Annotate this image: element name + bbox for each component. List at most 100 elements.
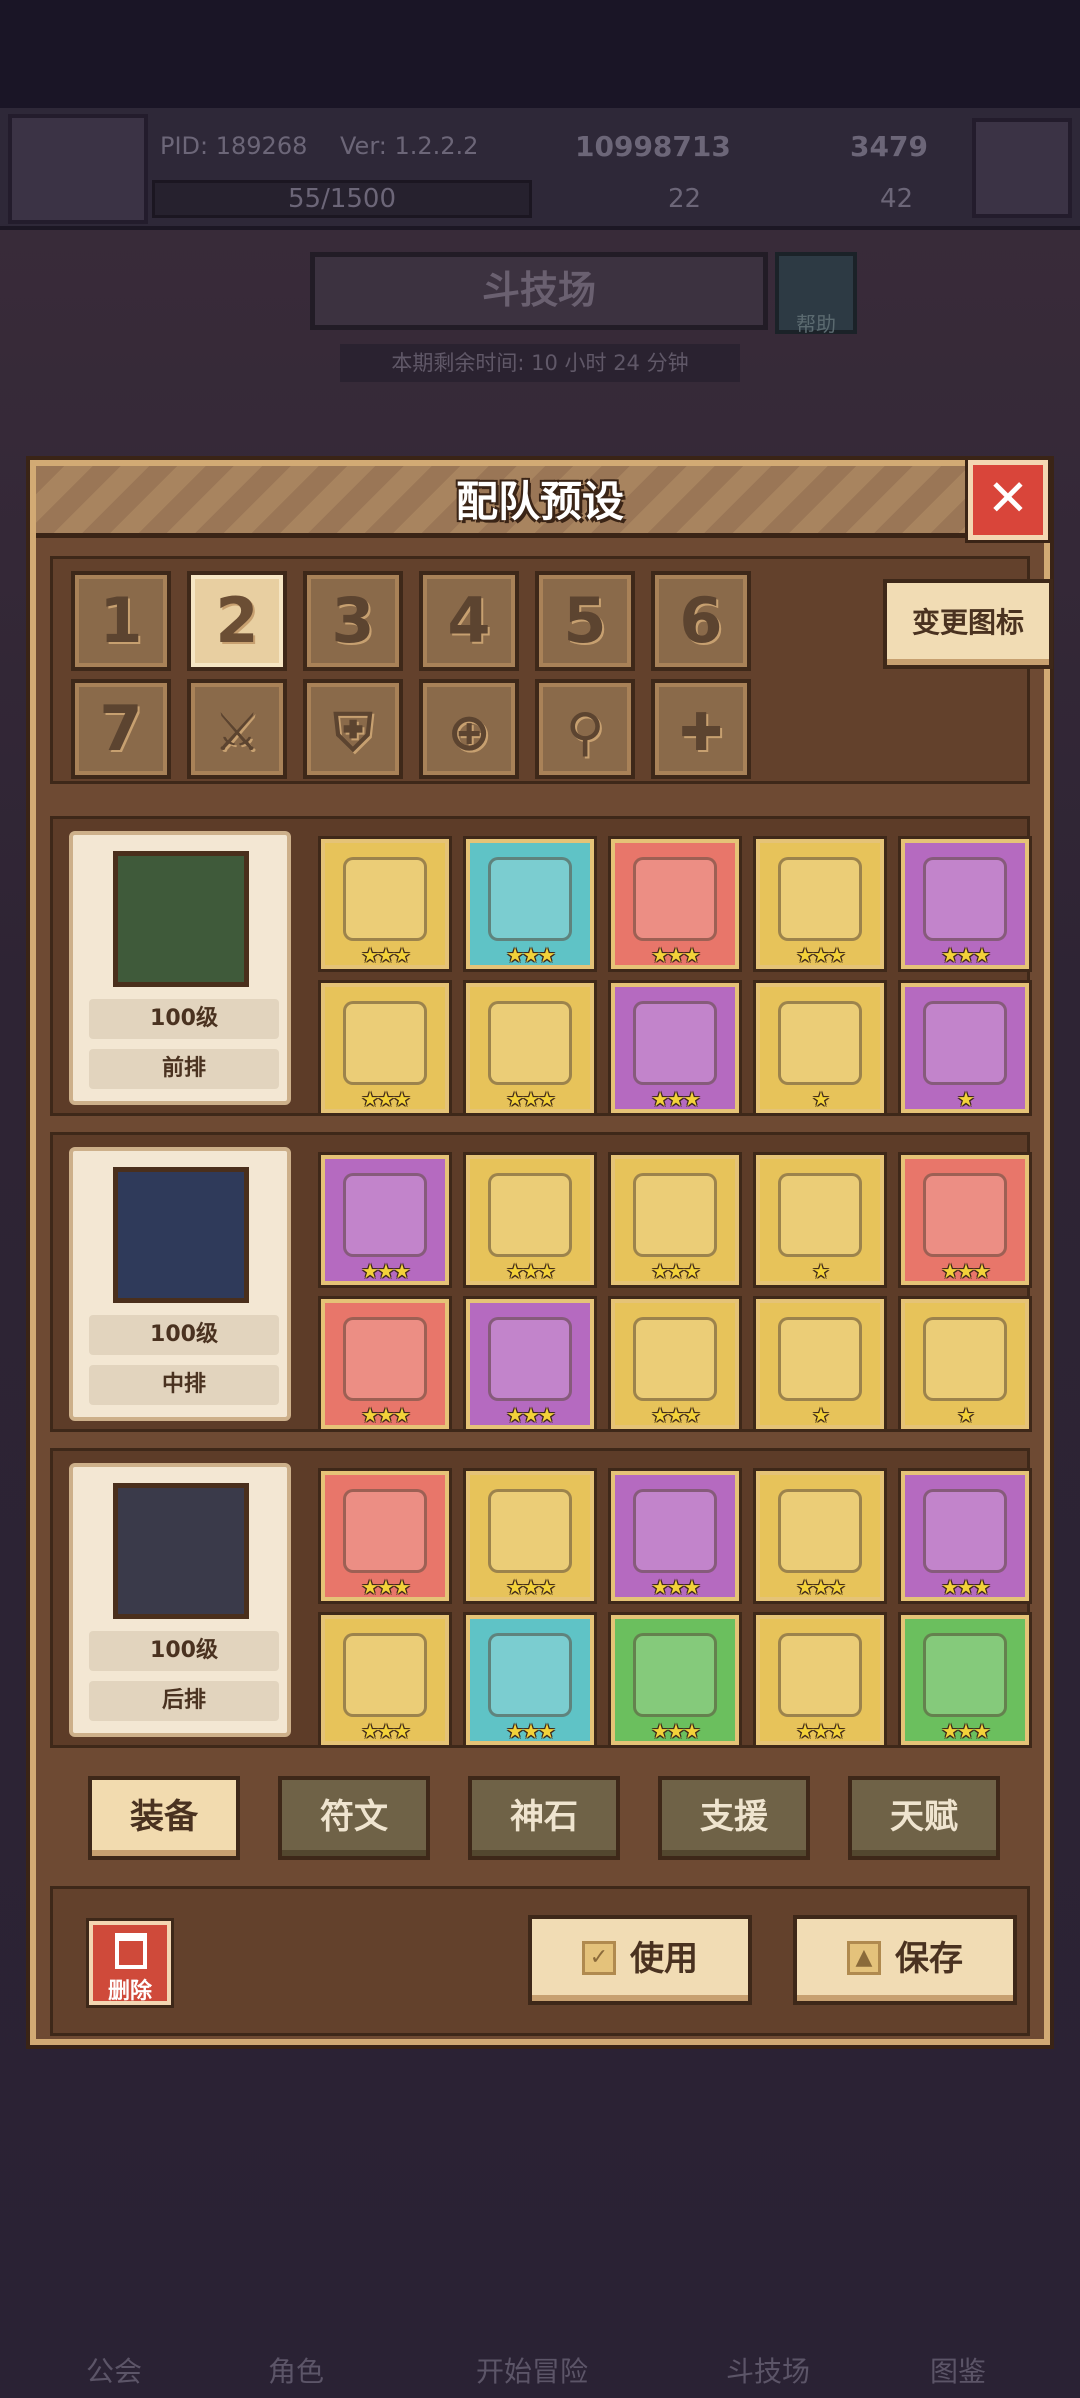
scroll-icon — [633, 1633, 717, 1717]
equipment-slot[interactable]: ★★★ — [321, 1155, 449, 1285]
preset-slot-shield[interactable]: ⛨ — [303, 679, 403, 779]
equipment-slot[interactable]: ★★★ — [321, 983, 449, 1113]
magnifier-icon — [343, 1173, 427, 1257]
hero-level: 100级 — [89, 999, 279, 1039]
star-rating: ★★★ — [361, 943, 411, 967]
preset-slot-cross[interactable]: ✚ — [651, 679, 751, 779]
gold-ring-icon — [923, 1173, 1007, 1257]
preset-slot-4[interactable]: 4 — [419, 571, 519, 671]
equipment-slot[interactable]: ★★★ — [466, 1615, 594, 1745]
preset-slot-6[interactable]: 6 — [651, 571, 751, 671]
hero-level: 100级 — [89, 1631, 279, 1671]
top-status-bar: PID: 189268 Ver: 1.2.2.2 10998713 3479 5… — [0, 108, 1080, 230]
preset-slot-staff[interactable]: ⚲ — [535, 679, 635, 779]
equipment-slot[interactable]: ★★★ — [611, 1299, 739, 1429]
equipment-slot[interactable]: ★★★ — [321, 839, 449, 969]
equipment-slot[interactable]: ★★★ — [611, 1155, 739, 1285]
equipment-slot[interactable]: ★ — [756, 1155, 884, 1285]
preset-slot-5[interactable]: 5 — [535, 571, 635, 671]
use-label: 使用 — [630, 1939, 698, 1979]
hero-position: 前排 — [89, 1049, 279, 1089]
equipment-slot[interactable]: ★★★ — [756, 839, 884, 969]
dialog-footer: 删除 ✓ 使用 ▲ 保存 — [50, 1886, 1030, 2036]
flame-sword-icon — [343, 857, 427, 941]
equipment-slot[interactable]: ★★★ — [466, 839, 594, 969]
nav-character: 角色 — [268, 2355, 325, 2388]
preset-slot-1[interactable]: 1 — [71, 571, 171, 671]
use-button[interactable]: ✓ 使用 — [528, 1915, 752, 2005]
equipment-slot[interactable]: ★★★ — [611, 839, 739, 969]
star-rating: ★ — [812, 1403, 830, 1427]
preset-slot-3[interactable]: 3 — [303, 571, 403, 671]
star-rating: ★★★ — [651, 1575, 701, 1599]
tab-equipment[interactable]: 装备 — [88, 1776, 240, 1860]
tab-god-stone[interactable]: 神石 — [468, 1776, 620, 1860]
equipment-slot[interactable]: ★★★ — [901, 1471, 1029, 1601]
save-arrow-icon: ▲ — [847, 1940, 881, 1975]
close-button[interactable]: ✕ — [968, 460, 1048, 540]
equipment-slot[interactable]: ★★★ — [466, 1299, 594, 1429]
equipment-slot[interactable]: ★ — [756, 983, 884, 1113]
chainmail-icon — [488, 1633, 572, 1717]
equipment-slot[interactable]: ★★★ — [611, 1471, 739, 1601]
settings-gear-icon — [972, 118, 1072, 218]
star-rating: ★★★ — [796, 943, 846, 967]
tiara-ring-icon — [923, 1489, 1007, 1573]
equipment-slot[interactable]: ★★★ — [466, 1155, 594, 1285]
equipment-slot[interactable]: ★ — [901, 1299, 1029, 1429]
hero-card[interactable]: 100级 后排 — [69, 1463, 291, 1737]
equipment-slot[interactable]: ★★★ — [611, 983, 739, 1113]
equipment-slot[interactable]: ★★★ — [756, 1471, 884, 1601]
nav-start-adventure: 开始冒险 — [476, 2355, 589, 2388]
jeweled-gauntlet-icon — [633, 1317, 717, 1401]
preset-slot-2[interactable]: 2 — [187, 571, 287, 671]
remaining-time: 本期剩余时间: 10 小时 24 分钟 — [340, 344, 740, 382]
save-button[interactable]: ▲ 保存 — [793, 1915, 1017, 2005]
equipment-slot[interactable]: ★ — [756, 1299, 884, 1429]
preset-slot-7[interactable]: 7 — [71, 679, 171, 779]
hero-card[interactable]: 100级前排 — [69, 831, 291, 1105]
pendant-icon — [633, 1173, 717, 1257]
equipment-slot[interactable]: ★★★ — [611, 1615, 739, 1745]
equipment-slot[interactable]: ★★★ — [901, 839, 1029, 969]
equipment-slot[interactable]: ★★★ — [756, 1615, 884, 1745]
player-avatar — [8, 114, 148, 224]
check-icon: ✓ — [582, 1940, 616, 1975]
hero-card[interactable]: 100级 中排 — [69, 1147, 291, 1421]
star-rating: ★★★ — [506, 943, 556, 967]
nav-arena: 斗技场 — [726, 2355, 811, 2388]
star-rating: ★★★ — [506, 1259, 556, 1283]
star-rating: ★★★ — [941, 1719, 991, 1743]
change-icon-button[interactable]: 变更图标 — [883, 579, 1053, 669]
star-rating: ★★★ — [796, 1719, 846, 1743]
preset-slot-crosshair[interactable]: ⊕ — [419, 679, 519, 779]
jewel-brooch-icon — [778, 1489, 862, 1573]
preset-slot-panel: 1 2 3 4 5 6 7 ⚔ ⛨ ⊕ ⚲ ✚ 变更图标 — [50, 556, 1053, 784]
equipment-slot[interactable]: ★★★ — [466, 1471, 594, 1601]
amulet-icon — [778, 857, 862, 941]
tab-talent[interactable]: 天赋 — [848, 1776, 1000, 1860]
equipment-slot[interactable]: ★★★ — [321, 1299, 449, 1429]
equipment-slot[interactable]: ★★★ — [901, 1615, 1029, 1745]
hero-row: 100级 后排 ★★★ ★★★ ★★★ ★★★ ★★★ ★★★ ★★★ ★★★ ★★★ ★★★ — [50, 1448, 1030, 1748]
tab-support[interactable]: 支援 — [658, 1776, 810, 1860]
team-preset-dialog: 配队预设 ✕ 1 2 3 4 5 6 7 ⚔ ⛨ ⊕ ⚲ ✚ 变更图标 100级… — [30, 460, 1053, 2045]
equipment-slot[interactable]: ★★★ — [901, 1155, 1029, 1285]
equipment-slot[interactable]: ★ — [901, 983, 1029, 1113]
star-rating: ★★★ — [506, 1087, 556, 1111]
delete-button[interactable]: 删除 — [89, 1921, 171, 2005]
star-rating: ★★★ — [941, 1259, 991, 1283]
preset-slot-sword[interactable]: ⚔ — [187, 679, 287, 779]
crossed-swords-icon — [488, 1489, 572, 1573]
star-rating: ★★★ — [651, 1259, 701, 1283]
wooden-staff-icon — [343, 1489, 427, 1573]
helmet-icon — [343, 1001, 427, 1085]
star-rating: ★★★ — [651, 943, 701, 967]
equipment-slot[interactable]: ★★★ — [466, 983, 594, 1113]
star-rating: ★★★ — [796, 1575, 846, 1599]
trash-icon — [115, 1933, 147, 1969]
tab-runes[interactable]: 符文 — [278, 1776, 430, 1860]
equipment-slot[interactable]: ★★★ — [321, 1615, 449, 1745]
equipment-slot[interactable]: ★★★ — [321, 1471, 449, 1601]
heart-necklace-icon — [633, 1489, 717, 1573]
